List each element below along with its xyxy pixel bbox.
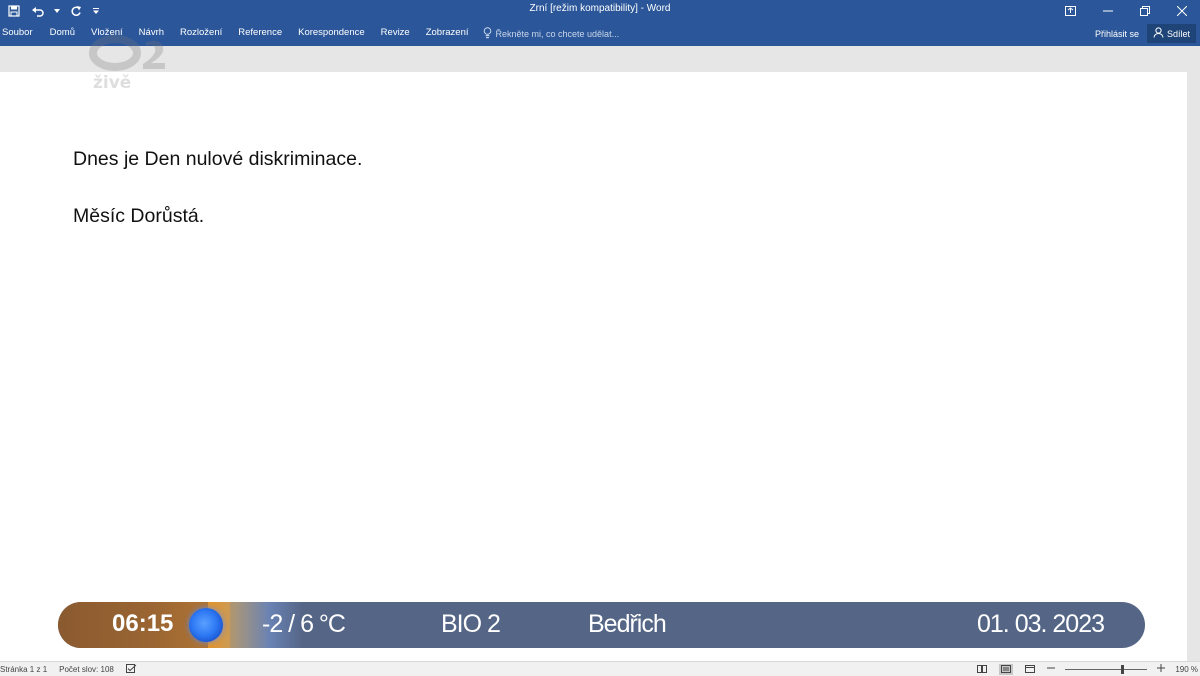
ribbon: Soubor Domů Vložení Návrh Rozložení Refe…: [0, 21, 1200, 46]
ribbon-account-area: Přihlásit se Sdílet: [1095, 23, 1196, 44]
word-count[interactable]: Počet slov: 108: [59, 665, 114, 674]
close-icon[interactable]: [1163, 0, 1200, 21]
status-left: Stránka 1 z 1 Počet slov: 108: [0, 664, 137, 675]
document-paragraph: Dnes je Den nulové diskriminace.: [73, 148, 363, 170]
tell-me-placeholder: Řekněte mi, co chcete udělat...: [495, 28, 620, 39]
ticker-date: 01. 03. 2023: [977, 610, 1105, 638]
tab-references[interactable]: Reference: [230, 21, 290, 46]
zoom-slider[interactable]: [1065, 664, 1148, 675]
tell-me-box[interactable]: Řekněte mi, co chcete udělat...: [483, 21, 620, 46]
tab-review[interactable]: Revize: [373, 21, 418, 46]
ticker-time: 06:15: [112, 610, 174, 637]
sign-in-link[interactable]: Přihlásit se: [1095, 29, 1139, 39]
share-button[interactable]: Sdílet: [1146, 24, 1196, 43]
restore-icon[interactable]: [1126, 0, 1163, 21]
ribbon-display-options-icon[interactable]: [1052, 0, 1089, 21]
zoom-in-icon[interactable]: [1157, 664, 1166, 674]
undo-dropdown-icon[interactable]: [54, 3, 60, 19]
ticker-temperature: -2 / 6 °C: [262, 610, 346, 638]
read-mode-icon[interactable]: [975, 664, 989, 675]
document-gray-area: [0, 46, 1200, 73]
tab-layout[interactable]: Rozložení: [172, 21, 230, 46]
tv-info-ticker: 06:15 -2 / 6 °C BIO 2 Bedřich 01. 03. 20…: [58, 602, 1145, 648]
status-bar: Stránka 1 z 1 Počet slov: 108 190 %: [0, 661, 1200, 676]
zoom-slider-thumb[interactable]: [1121, 664, 1125, 674]
tab-file[interactable]: Soubor: [2, 21, 42, 46]
minimize-icon[interactable]: [1089, 0, 1126, 21]
lightbulb-icon: [483, 26, 492, 41]
save-icon[interactable]: [6, 3, 22, 19]
watermark-text: živě: [93, 73, 132, 93]
tab-home[interactable]: Domů: [42, 21, 83, 46]
tab-mailings[interactable]: Korespondence: [290, 21, 373, 46]
ticker-channel: BIO 2: [441, 610, 501, 638]
page-indicator[interactable]: Stránka 1 z 1: [0, 665, 47, 674]
window-title: Zrní [režim kompatibility] - Word: [529, 3, 671, 14]
ticker-nameday: Bedřich: [588, 610, 667, 638]
zoom-slider-track: [1065, 668, 1148, 670]
window-controls: [1052, 0, 1200, 21]
channel-logo-icon: [89, 35, 165, 71]
document-paragraph: Měsíc Dorůstá.: [73, 205, 205, 227]
vertical-scrollbar[interactable]: [1187, 72, 1200, 661]
status-right: 190 %: [975, 663, 1198, 675]
share-label: Sdílet: [1166, 28, 1190, 39]
customize-toolbar-icon[interactable]: [92, 3, 100, 19]
undo-icon[interactable]: [30, 3, 46, 19]
channel-watermark: živě: [89, 33, 169, 95]
tab-view[interactable]: Zobrazení: [418, 21, 477, 46]
quick-access-toolbar: [6, 2, 100, 19]
zoom-out-icon[interactable]: [1047, 664, 1056, 674]
redo-icon[interactable]: [68, 3, 84, 19]
print-layout-icon[interactable]: [999, 663, 1014, 675]
ticker-orb-icon: [189, 608, 223, 642]
person-icon: [1153, 27, 1164, 40]
title-bar: Zrní [režim kompatibility] - Word: [0, 0, 1200, 21]
proofing-icon[interactable]: [125, 664, 137, 675]
zoom-level[interactable]: 190 %: [1175, 665, 1198, 674]
web-layout-icon[interactable]: [1023, 664, 1037, 675]
